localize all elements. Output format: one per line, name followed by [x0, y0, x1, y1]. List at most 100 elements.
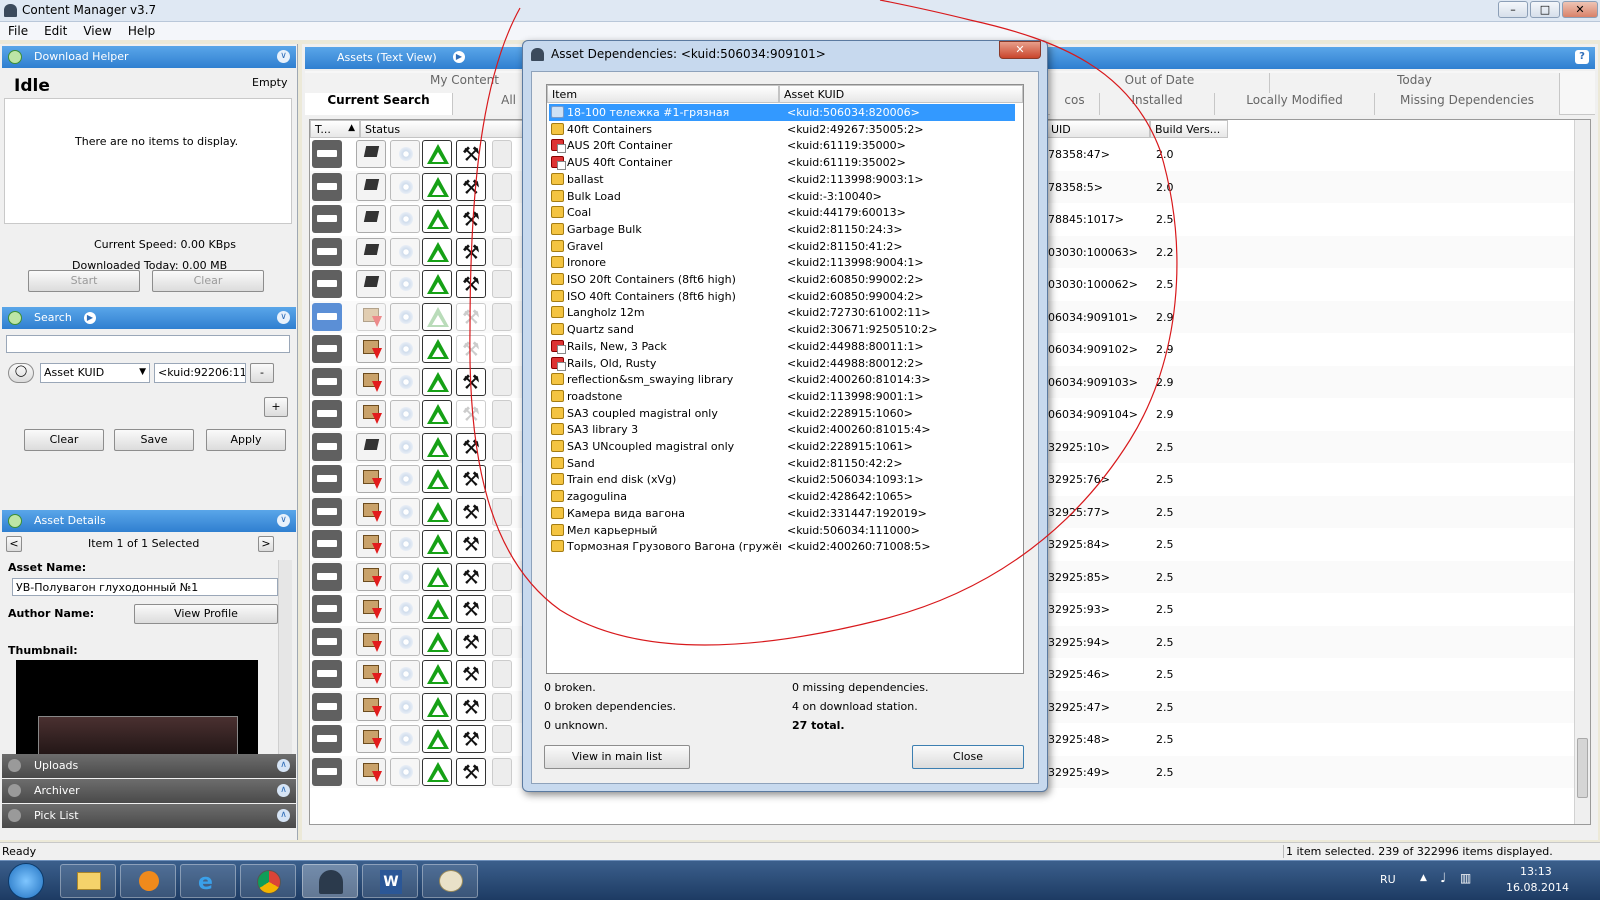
dependency-row[interactable]: Coal <kuid:44179:60013> [549, 204, 1015, 221]
dependency-row[interactable]: reflection&sm_swaying library <kuid2:4002… [549, 371, 1015, 388]
dependency-row[interactable]: ISO 20ft Containers (8ft6 high) <kuid2:60… [549, 271, 1015, 288]
col-asset-kuid-header[interactable]: Asset KUID [779, 85, 1023, 103]
search-collapse-icon[interactable]: ∨ [277, 311, 290, 324]
dialog-close-icon[interactable]: ✕ [999, 41, 1041, 59]
help-icon[interactable]: ? [1575, 50, 1589, 64]
dependency-row[interactable]: AUS 20ft Container <kuid:61119:35000> [549, 137, 1015, 154]
search-apply-button[interactable]: Apply [206, 429, 286, 451]
dependency-row[interactable]: Мел карьерный <kuid:506034:111000> [549, 522, 1015, 539]
search-clear-button[interactable]: Clear [24, 429, 104, 451]
list-scrollbar[interactable] [1574, 120, 1590, 824]
search-field-select[interactable]: Asset KUID ▼ [40, 363, 150, 383]
view-profile-button[interactable]: View Profile [134, 604, 278, 624]
search-mode-button[interactable]: ◯ [8, 363, 34, 383]
pick-list-header[interactable]: Pick List ∧ [2, 804, 296, 828]
search-header[interactable]: Search ▶ ∨ [2, 307, 296, 329]
tab-all[interactable]: All [453, 93, 523, 115]
menu-file[interactable]: File [0, 22, 36, 38]
archiver-header[interactable]: Archiver ∧ [2, 779, 296, 803]
start-button[interactable]: Start [28, 270, 140, 292]
search-value-input[interactable]: <kuid:92206:111 [154, 363, 246, 383]
tab-current-search[interactable]: Current Search [305, 93, 453, 115]
clock-time[interactable]: 13:13 [1520, 865, 1552, 878]
col-item-header[interactable]: Item [547, 85, 779, 103]
tab-installed[interactable]: Installed [1100, 93, 1215, 115]
download-clear-button[interactable]: Clear [152, 270, 264, 292]
dependency-row[interactable]: 18-100 тележка #1-грязная <kuid:506034:82… [549, 104, 1015, 121]
dependency-row[interactable]: zagogulina <kuid2:428642:1065> [549, 488, 1015, 505]
taskbar-content-manager[interactable] [302, 864, 358, 898]
dependency-row[interactable]: SA3 UNcoupled magistral only <kuid2:22891… [549, 438, 1015, 455]
dependency-row[interactable]: roadstone <kuid2:113998:9001:1> [549, 388, 1015, 405]
start-orb[interactable] [8, 863, 44, 899]
view-mode-arrow-icon[interactable]: ▶ [453, 51, 465, 63]
search-arrow-icon[interactable]: ▶ [84, 312, 96, 324]
taskbar-paint[interactable] [422, 864, 478, 898]
menu-edit[interactable]: Edit [36, 22, 75, 38]
taskbar-ie[interactable]: e [180, 864, 236, 898]
dependency-row[interactable]: Gravel <kuid2:81150:41:2> [549, 238, 1015, 255]
col-build-header[interactable]: Build Vers... [1150, 120, 1228, 138]
uploads-header[interactable]: Uploads ∧ [2, 754, 296, 778]
dependency-row[interactable]: Train end disk (xVg) <kuid2:506034:1093:1… [549, 471, 1015, 488]
dependency-row[interactable]: 40ft Containers <kuid2:49267:35005:2> [549, 121, 1015, 138]
dependency-row[interactable]: AUS 40ft Container <kuid:61119:35002> [549, 154, 1015, 171]
dependency-row[interactable]: Garbage Bulk <kuid2:81150:24:3> [549, 221, 1015, 238]
remove-criteria-button[interactable]: - [250, 363, 274, 383]
scroll-thumb[interactable] [1577, 738, 1588, 798]
dependency-row[interactable]: Sand <kuid2:81150:42:2> [549, 455, 1015, 472]
dropdown-arrow-icon[interactable]: ▼ [139, 367, 146, 377]
minimize-button[interactable]: – [1498, 1, 1528, 18]
asset-details-collapse-icon[interactable]: ∨ [277, 514, 290, 527]
collapse-icon[interactable]: ∨ [277, 50, 290, 63]
view-in-main-list-button[interactable]: View in main list [544, 745, 690, 769]
dependency-list[interactable]: Item Asset KUID 18-100 тележка #1-грязна… [546, 84, 1024, 674]
taskbar-explorer[interactable] [60, 864, 116, 898]
expand-icon[interactable]: ∧ [277, 809, 290, 822]
asset-name-field[interactable]: УВ-Полувагон глуходонный №1 [12, 578, 278, 596]
taskbar-word[interactable]: W [362, 864, 418, 898]
taskbar-chrome[interactable] [240, 864, 296, 898]
expand-icon[interactable]: ∧ [277, 759, 290, 772]
network-icon[interactable]: ▥ [1460, 871, 1471, 885]
col-type-header[interactable]: T... ▲ [310, 120, 360, 138]
dependency-row[interactable]: Quartz sand <kuid2:30671:9250510:2> [549, 321, 1015, 338]
dependency-row[interactable]: Камера вида вагона <kuid2:331447:192019> [549, 505, 1015, 522]
tab-today[interactable]: Today [1270, 73, 1560, 93]
maximize-button[interactable]: □ [1530, 1, 1560, 18]
dependency-row[interactable]: Тормозная Грузового Вагона (гружёный... <… [549, 538, 1015, 555]
details-scrollbar[interactable] [278, 560, 292, 758]
next-item-button[interactable]: > [258, 536, 274, 552]
dependency-row[interactable]: SA3 coupled magistral only <kuid2:228915:… [549, 405, 1015, 422]
volume-icon[interactable]: ♩ [1440, 871, 1446, 886]
dependency-row[interactable]: ISO 40ft Containers (8ft6 high) <kuid2:60… [549, 288, 1015, 305]
tab-locally-modified[interactable]: Locally Modified [1215, 93, 1375, 115]
tab-cos[interactable]: cos [1050, 93, 1100, 115]
tab-out-of-date[interactable]: Out of Date [1050, 73, 1270, 93]
taskbar-media[interactable] [120, 864, 176, 898]
col-kuid-header[interactable]: UID [1046, 120, 1150, 138]
dependency-row[interactable]: SA3 library 3 <kuid2:400260:81015:4> [549, 421, 1015, 438]
dependency-row[interactable]: ballast <kuid2:113998:9003:1> [549, 171, 1015, 188]
dependency-row[interactable]: Langholz 12m <kuid2:72730:61002:11> [549, 304, 1015, 321]
language-indicator[interactable]: RU [1380, 873, 1396, 886]
download-list[interactable]: There are no items to display. [4, 98, 292, 224]
dependency-row[interactable]: Rails, Old, Rusty <kuid2:44988:80012:2> [549, 355, 1015, 372]
dependency-row[interactable]: Bulk Load <kuid:-3:10040> [549, 188, 1015, 205]
add-criteria-button[interactable]: + [264, 397, 288, 417]
search-input[interactable] [6, 335, 290, 353]
tab-missing-dependencies[interactable]: Missing Dependencies [1375, 93, 1560, 115]
tray-arrow-icon[interactable]: ▲ [1420, 873, 1427, 883]
prev-item-button[interactable]: < [6, 536, 22, 552]
expand-icon[interactable]: ∧ [277, 784, 290, 797]
asset-details-header[interactable]: Asset Details ∨ [2, 510, 296, 532]
dialog-close-button[interactable]: Close [912, 745, 1024, 769]
menu-help[interactable]: Help [120, 22, 163, 38]
search-save-button[interactable]: Save [114, 429, 194, 451]
dependency-row[interactable]: Rails, New, 3 Pack <kuid2:44988:80011:1> [549, 338, 1015, 355]
clock-date[interactable]: 16.08.2014 [1506, 881, 1569, 894]
download-helper-header[interactable]: Download Helper ∨ [2, 46, 296, 68]
close-window-button[interactable]: ✕ [1562, 1, 1598, 18]
dependency-row[interactable]: Ironore <kuid2:113998:9004:1> [549, 254, 1015, 271]
menu-view[interactable]: View [75, 22, 119, 38]
